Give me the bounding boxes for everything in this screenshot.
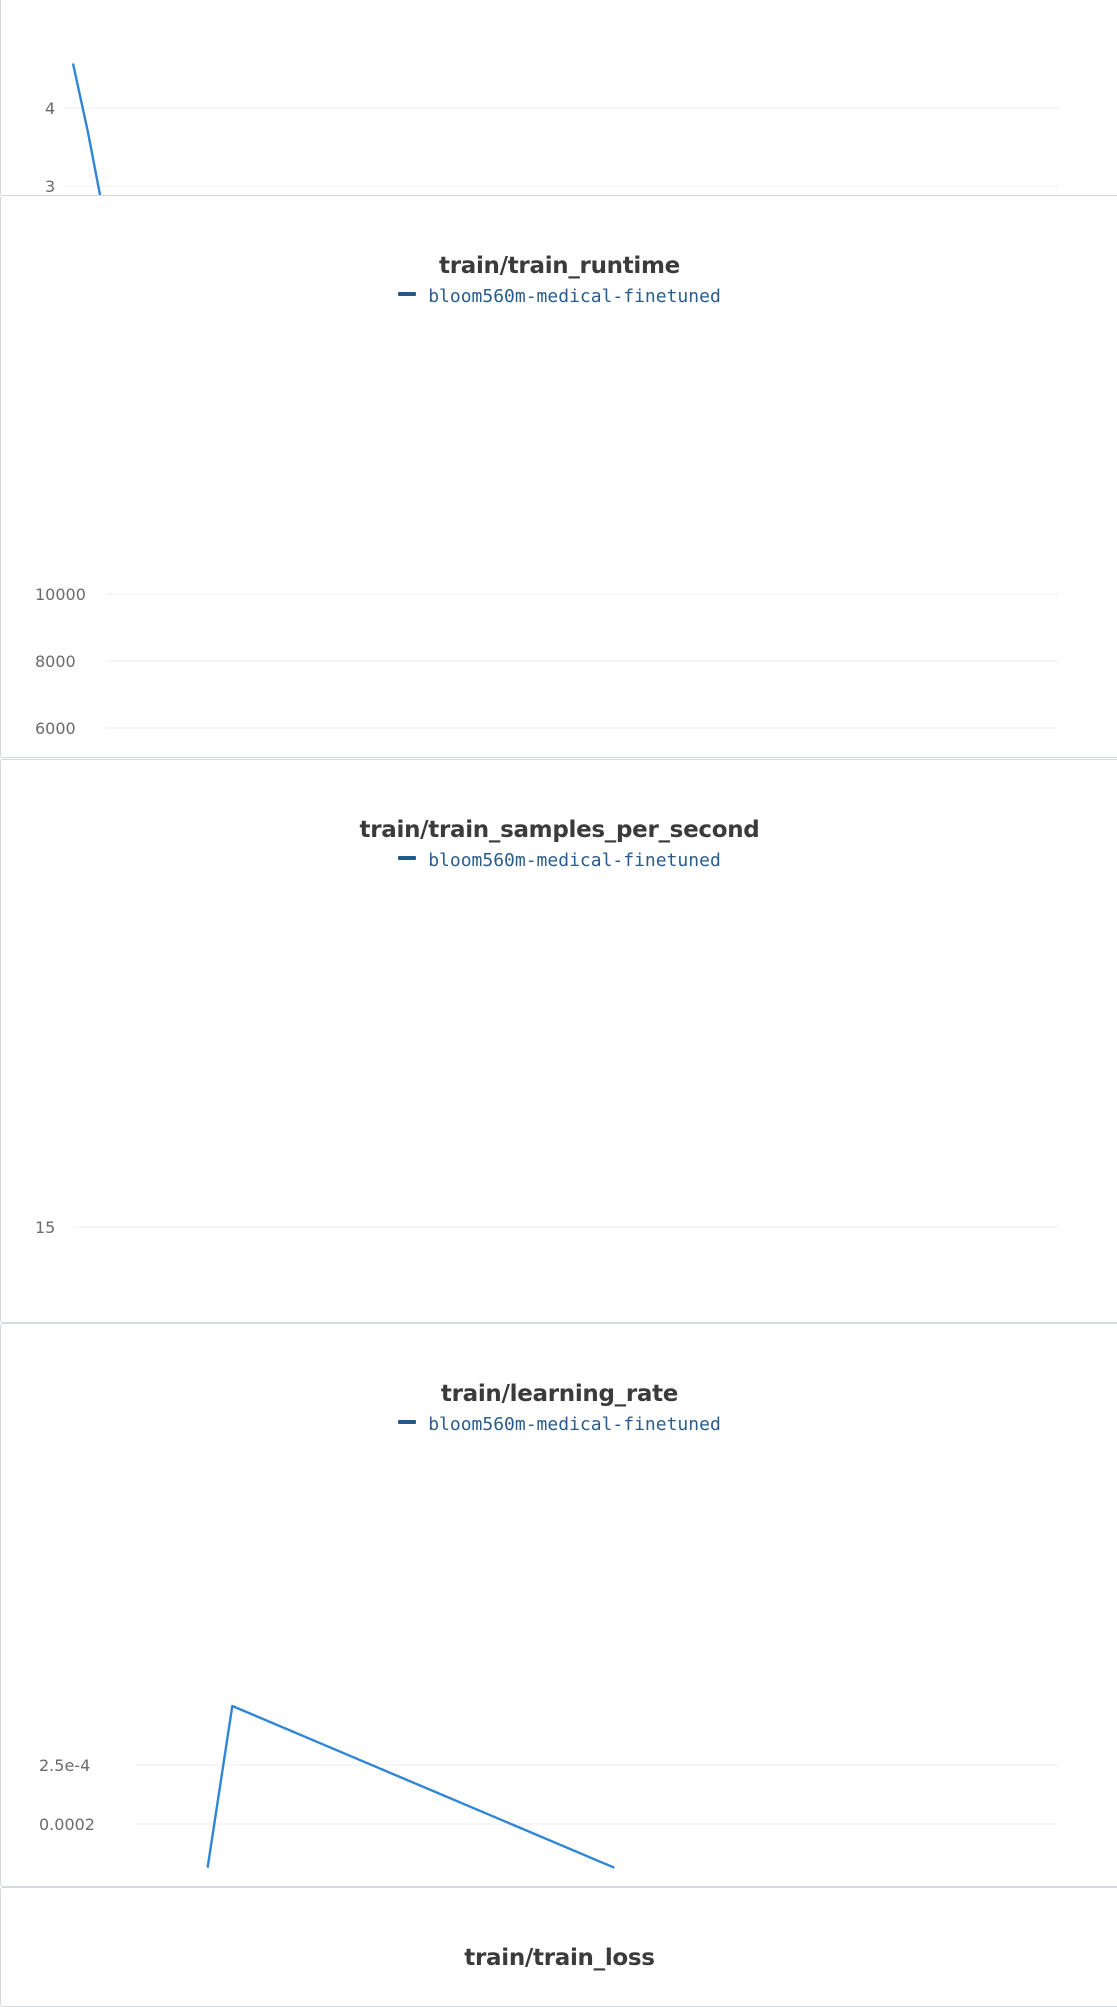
y-tick-label: 15 bbox=[35, 1218, 55, 1237]
y-tick-label: 2.5e-4 bbox=[39, 1756, 90, 1775]
chart-panel-learning-rate: train/learning_rate bloom560m-medical-fi… bbox=[0, 1323, 1117, 1887]
y-tick-label: 3 bbox=[45, 177, 55, 196]
learning-rate-plot: 2.5e-4 0.0002 bbox=[39, 1704, 1058, 1869]
y-tick-label: 8000 bbox=[35, 652, 76, 671]
samples-plot: 15 bbox=[35, 1218, 1058, 1237]
series-line bbox=[71, 63, 102, 195]
loss-plot: 43 bbox=[45, 63, 1058, 196]
y-tick-label: 10000 bbox=[35, 585, 86, 604]
runtime-plot: 10000 8000 6000 bbox=[35, 585, 1058, 738]
chart-panel-train-runtime: train/train_runtime bloom560m-medical-fi… bbox=[0, 195, 1117, 758]
y-tick-label: 4 bbox=[45, 99, 55, 118]
chart-panel-loss-top: 43 bbox=[0, 0, 1117, 196]
chart-title: train/train_loss bbox=[464, 1945, 655, 1971]
chart-panel-train-samples-per-second: train/train_samples_per_second bloom560m… bbox=[0, 759, 1117, 1323]
chart-panel-train-loss: train/train_loss bbox=[0, 1887, 1117, 2007]
y-tick-label: 0.0002 bbox=[39, 1815, 95, 1834]
series-line bbox=[206, 1704, 615, 1869]
y-tick-label: 6000 bbox=[35, 719, 76, 738]
